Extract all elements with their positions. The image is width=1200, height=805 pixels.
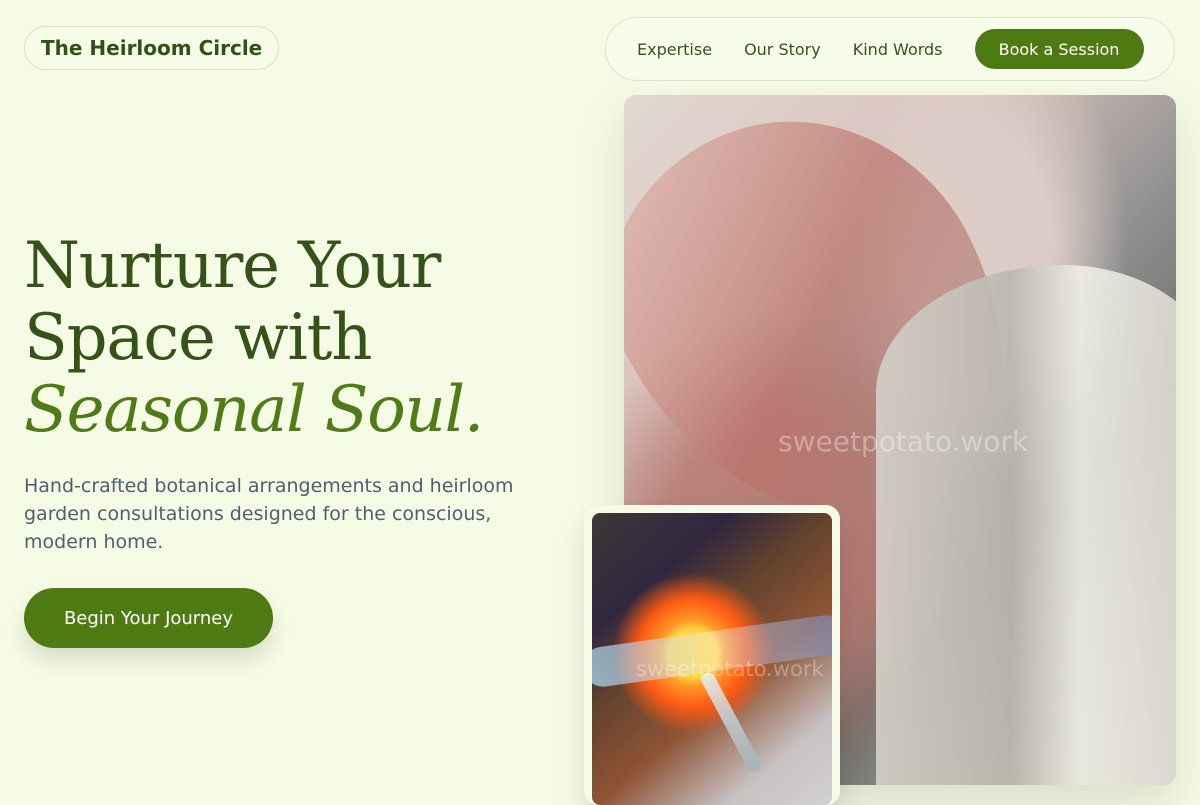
hero-headline-line-1: Nurture Your: [24, 229, 441, 303]
begin-journey-button[interactable]: Begin Your Journey: [24, 588, 273, 648]
nav-link-expertise[interactable]: Expertise: [637, 40, 712, 59]
nav-link-kind-words[interactable]: Kind Words: [853, 40, 943, 59]
top-navigation: Expertise Our Story Kind Words Book a Se…: [605, 17, 1175, 81]
glassblowing-image-card: sweetpotato.work: [584, 505, 840, 805]
secondary-image-watermark: sweetpotato.work: [636, 657, 824, 681]
hero-headline-line-2: Space with: [24, 301, 372, 375]
glassblowing-image: sweetpotato.work: [592, 513, 832, 805]
nav-link-our-story[interactable]: Our Story: [744, 40, 821, 59]
hero-headline: Nurture Your Space with Seasonal Soul.: [24, 230, 544, 446]
brand-logo-link[interactable]: The Heirloom Circle: [24, 26, 280, 70]
book-session-button[interactable]: Book a Session: [974, 29, 1144, 69]
primary-image-watermark: sweetpotato.work: [778, 425, 1029, 458]
hero-description: Hand-crafted botanical arrangements and …: [24, 475, 514, 553]
hero-headline-accent: Seasonal Soul.: [24, 373, 484, 447]
